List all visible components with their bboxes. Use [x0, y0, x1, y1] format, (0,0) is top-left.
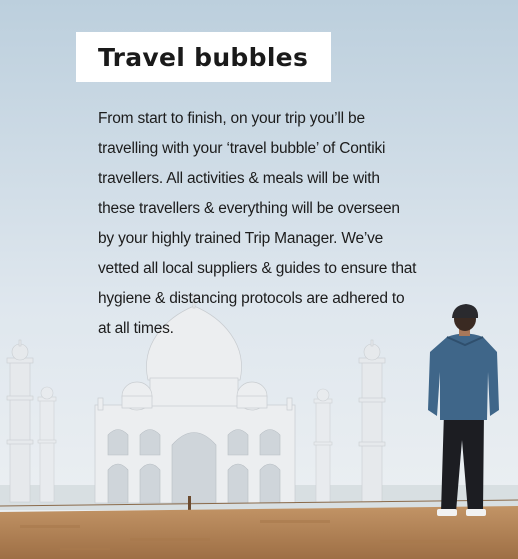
minaret-right-outer [358, 339, 386, 503]
minaret-left-inner [37, 386, 57, 503]
page-title: Travel bubbles [98, 42, 309, 72]
body-paragraph: From start to finish, on your trip you’l… [98, 110, 417, 337]
title-banner: Travel bubbles [76, 32, 331, 82]
minaret-left-outer [6, 339, 34, 503]
minaret-right-inner [313, 388, 333, 503]
